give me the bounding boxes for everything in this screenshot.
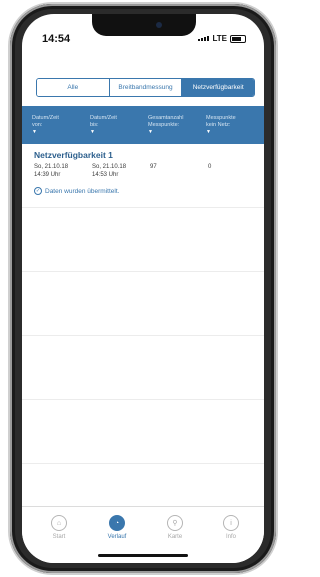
tab-bar: ⌂ Start ◔ Verlauf ⚲ Karte i Info: [22, 506, 264, 563]
tab-label: Start: [52, 534, 66, 540]
column-header-label: Datum/Zeit: [90, 115, 117, 121]
segment-netzverfuegbarkeit[interactable]: Netzverfügbarkeit: [182, 79, 254, 96]
tab-label: Verlauf: [107, 534, 127, 540]
table-header: Datum/Zeit von: ▼ Datum/Zeit bis: ▼ Gesa…: [22, 106, 264, 144]
column-header-no-network[interactable]: Messpunkte kein Netz: ▼: [206, 115, 236, 136]
column-header-to[interactable]: Datum/Zeit bis: ▼: [90, 115, 117, 136]
tab-start[interactable]: ⌂ Start: [34, 515, 84, 540]
column-header-total[interactable]: Gesamtanzahl Messpunkte: ▼: [148, 115, 183, 136]
column-header-label: Gesamtanzahl: [148, 115, 184, 121]
entry-no-network-points: 0: [208, 164, 212, 170]
status-indicators: LTE: [198, 34, 246, 43]
tab-info[interactable]: i Info: [206, 515, 256, 540]
column-header-label: von:: [32, 122, 43, 128]
column-header-label: kein Netz:: [206, 122, 231, 128]
segment-alle[interactable]: Alle: [37, 79, 110, 96]
network-label: LTE: [212, 34, 227, 43]
column-header-label: Messpunkte:: [148, 122, 180, 128]
column-header-label: bis:: [90, 122, 99, 128]
entry-to-time: 14:53 Uhr: [92, 172, 119, 178]
tab-verlauf[interactable]: ◔ Verlauf: [92, 515, 142, 540]
measurement-entry[interactable]: Netzverfügbarkeit 1 So, 21.10.18 14:39 Uh…: [34, 150, 254, 195]
map-pin-icon: ⚲: [167, 515, 183, 531]
sort-arrow-icon: ▼: [90, 129, 95, 135]
column-header-from[interactable]: Datum/Zeit von: ▼: [32, 115, 59, 136]
signal-icon: [198, 36, 210, 41]
entry-to: So, 21.10.18 14:53 Uhr: [92, 163, 126, 179]
app-screen: 14:54 LTE Alle Breitbandmessung Netzverf…: [22, 14, 264, 563]
battery-icon: [230, 34, 246, 43]
column-header-label: Messpunkte: [206, 115, 236, 121]
entry-total-points: 97: [150, 164, 157, 170]
device-notch: [92, 14, 196, 36]
entry-from-time: 14:39 Uhr: [34, 172, 61, 178]
divider: [22, 271, 264, 272]
upload-status: ✓ Daten wurden übermittelt.: [34, 187, 254, 195]
upload-status-text: Daten wurden übermittelt.: [45, 187, 120, 195]
entry-title: Netzverfügbarkeit 1: [34, 150, 113, 160]
divider: [22, 399, 264, 400]
entry-from: So, 21.10.18 14:39 Uhr: [34, 163, 68, 179]
sort-arrow-icon: ▼: [148, 129, 153, 135]
info-icon: i: [223, 515, 239, 531]
tab-karte[interactable]: ⚲ Karte: [150, 515, 200, 540]
entry-to-date: So, 21.10.18: [92, 164, 127, 170]
home-icon: ⌂: [51, 515, 67, 531]
history-clock-icon: ◔: [109, 515, 125, 531]
column-header-label: Datum/Zeit: [32, 115, 59, 121]
entry-values: So, 21.10.18 14:39 Uhr So, 21.10.18 14:53 …: [34, 163, 254, 185]
divider: [22, 463, 264, 464]
camera-icon: [156, 22, 162, 28]
sort-arrow-icon: ▼: [206, 129, 211, 135]
filter-segmented-control: Alle Breitbandmessung Netzverfügbarkeit: [36, 78, 255, 97]
divider: [22, 207, 264, 208]
tab-label: Info: [225, 534, 236, 540]
tab-label: Karte: [167, 534, 183, 540]
entry-from-date: So, 21.10.18: [34, 164, 69, 170]
status-time: 14:54: [42, 33, 71, 45]
divider: [22, 335, 264, 336]
sort-arrow-icon: ▼: [32, 129, 37, 135]
segment-breitbandmessung[interactable]: Breitbandmessung: [109, 79, 183, 96]
home-indicator[interactable]: [98, 554, 188, 557]
check-circle-icon: ✓: [34, 187, 42, 195]
